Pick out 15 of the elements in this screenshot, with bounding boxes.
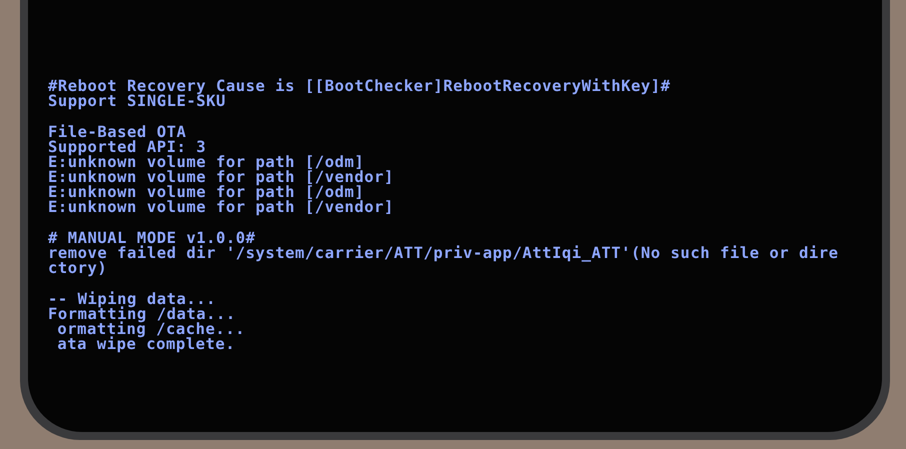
- console-line: ata wipe complete.: [57, 337, 236, 352]
- console-line: -- Wiping data...: [48, 292, 216, 307]
- console-line: E:unknown volume for path [/odm]: [48, 155, 364, 170]
- console-line: Support SINGLE-SKU: [48, 94, 227, 109]
- console-line: E:unknown volume for path [/vendor]: [48, 200, 395, 215]
- console-line: File-Based OTA: [48, 125, 188, 140]
- console-line: Supported API: 3: [48, 140, 208, 155]
- console-line: #Reboot Recovery Cause is [[BootChecker]RebootRecoveryWithKey]#: [48, 79, 672, 94]
- console-line: remove failed dir '/system/carrier/ATT/priv-app/AttIqi_ATT'(No such file or dire: [48, 246, 840, 261]
- console-line: # MANUAL MODE v1.0.0#: [48, 231, 256, 246]
- console-line: E:unknown volume for path [/vendor]: [48, 170, 395, 185]
- console-line: ormatting /cache...: [57, 322, 246, 337]
- console-line: Formatting /data...: [48, 307, 236, 322]
- console-line: ctory): [48, 261, 108, 276]
- console-line: E:unknown volume for path [/odm]: [48, 185, 364, 200]
